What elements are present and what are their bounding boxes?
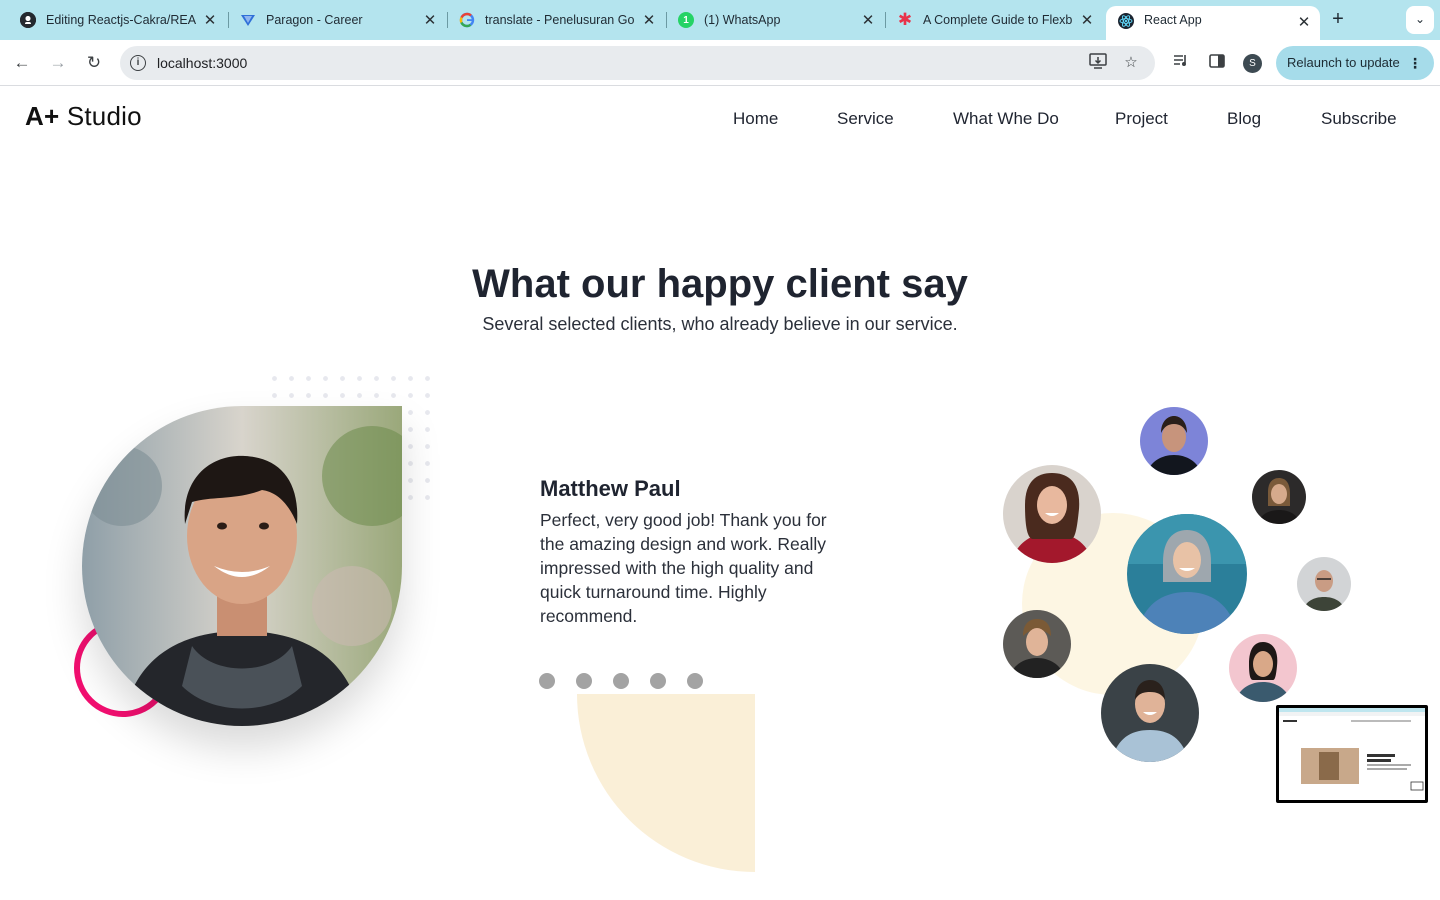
browser-tab[interactable]: ✱ A Complete Guide to Flexb ✕ xyxy=(885,6,1103,34)
url-text[interactable]: localhost:3000 xyxy=(157,55,247,71)
client-name: Matthew Paul xyxy=(540,476,681,501)
client-avatar[interactable] xyxy=(1101,664,1199,762)
tab-title: (1) WhatsApp xyxy=(704,13,781,27)
side-panel-icon[interactable] xyxy=(1206,52,1228,74)
nav-home[interactable]: Home xyxy=(733,109,778,129)
tab-search-icon[interactable]: ⌄ xyxy=(1406,6,1434,34)
browser-tab[interactable]: Editing Reactjs-Cakra/REA ✕ xyxy=(8,6,226,34)
forward-arrow-icon[interactable]: → xyxy=(45,50,71,76)
paragon-icon xyxy=(240,12,256,28)
nav-project[interactable]: Project xyxy=(1115,109,1168,129)
tab-title: React App xyxy=(1144,13,1202,27)
carousel-dot[interactable] xyxy=(539,673,555,689)
logo-mark: A+ xyxy=(25,101,60,131)
nav-blog[interactable]: Blog xyxy=(1227,109,1261,129)
close-tab-icon[interactable]: ✕ xyxy=(1079,11,1095,29)
client-avatar[interactable] xyxy=(1252,470,1306,524)
carousel-dot[interactable] xyxy=(576,673,592,689)
section-heading: What our happy client say xyxy=(472,262,968,306)
site-info-icon[interactable]: i xyxy=(130,55,146,71)
address-bar[interactable]: i localhost:3000 ☆ xyxy=(120,46,1155,80)
nav-subscribe[interactable]: Subscribe xyxy=(1321,109,1397,129)
google-icon xyxy=(459,12,475,28)
github-icon xyxy=(20,12,36,28)
back-arrow-icon[interactable]: ← xyxy=(9,50,35,76)
screen-share-preview[interactable] xyxy=(1276,705,1428,803)
browser-tab[interactable]: translate - Penelusuran Go ✕ xyxy=(447,6,665,34)
kebab-menu-icon[interactable]: ⋮ xyxy=(1408,46,1422,80)
whatsapp-icon: 1 xyxy=(678,12,694,28)
logo-text: Studio xyxy=(66,101,142,131)
close-tab-icon[interactable]: ✕ xyxy=(422,11,438,29)
react-icon xyxy=(1118,13,1134,29)
tab-title: Paragon - Career xyxy=(266,13,363,27)
nav-service[interactable]: Service xyxy=(837,109,894,129)
bookmark-star-icon[interactable]: ☆ xyxy=(1121,53,1141,73)
install-app-icon[interactable] xyxy=(1088,53,1108,73)
new-tab-icon[interactable]: + xyxy=(1328,8,1348,30)
decorative-cream-shape xyxy=(577,694,755,872)
browser-tab-active[interactable]: React App ✕ xyxy=(1106,6,1320,40)
client-avatar[interactable] xyxy=(1127,514,1247,634)
tab-title: A Complete Guide to Flexb xyxy=(923,13,1073,27)
relaunch-button[interactable]: Relaunch to update ⋮ xyxy=(1276,46,1434,80)
nav-what-we-do[interactable]: What Whe Do xyxy=(953,109,1059,129)
media-controls-icon[interactable] xyxy=(1170,52,1192,74)
client-avatar[interactable] xyxy=(1229,634,1297,702)
close-tab-icon[interactable]: ✕ xyxy=(1296,13,1312,31)
carousel-dot[interactable] xyxy=(613,673,629,689)
client-avatar[interactable] xyxy=(1003,465,1101,563)
client-quote: Perfect, very good job! Thank you for th… xyxy=(540,510,827,626)
browser-toolbar: ← → ↻ i localhost:3000 ☆ S Relaunch to u… xyxy=(0,40,1440,86)
client-avatar[interactable] xyxy=(1140,407,1208,475)
carousel-dots xyxy=(539,673,703,689)
section-subheading: Several selected clients, who already be… xyxy=(482,314,958,334)
relaunch-label: Relaunch to update xyxy=(1287,55,1400,70)
browser-tabstrip: Editing Reactjs-Cakra/REA ✕ Paragon - Ca… xyxy=(0,0,1440,40)
profile-avatar[interactable]: S xyxy=(1243,54,1262,73)
client-portrait xyxy=(82,406,402,726)
close-tab-icon[interactable]: ✕ xyxy=(202,11,218,29)
close-tab-icon[interactable]: ✕ xyxy=(641,11,657,29)
carousel-dot[interactable] xyxy=(650,673,666,689)
site-logo[interactable]: A+ Studio xyxy=(25,101,142,132)
tab-title: translate - Penelusuran Go xyxy=(485,13,635,27)
close-tab-icon[interactable]: ✕ xyxy=(860,11,876,29)
carousel-dot[interactable] xyxy=(687,673,703,689)
client-avatar[interactable] xyxy=(1003,610,1071,678)
browser-tab[interactable]: 1 (1) WhatsApp ✕ xyxy=(666,6,884,34)
browser-tab[interactable]: Paragon - Career ✕ xyxy=(228,6,446,34)
css-tricks-icon: ✱ xyxy=(897,10,913,29)
reload-icon[interactable]: ↻ xyxy=(81,50,107,76)
tab-title: Editing Reactjs-Cakra/REA xyxy=(46,13,196,27)
client-avatar[interactable] xyxy=(1297,557,1351,611)
